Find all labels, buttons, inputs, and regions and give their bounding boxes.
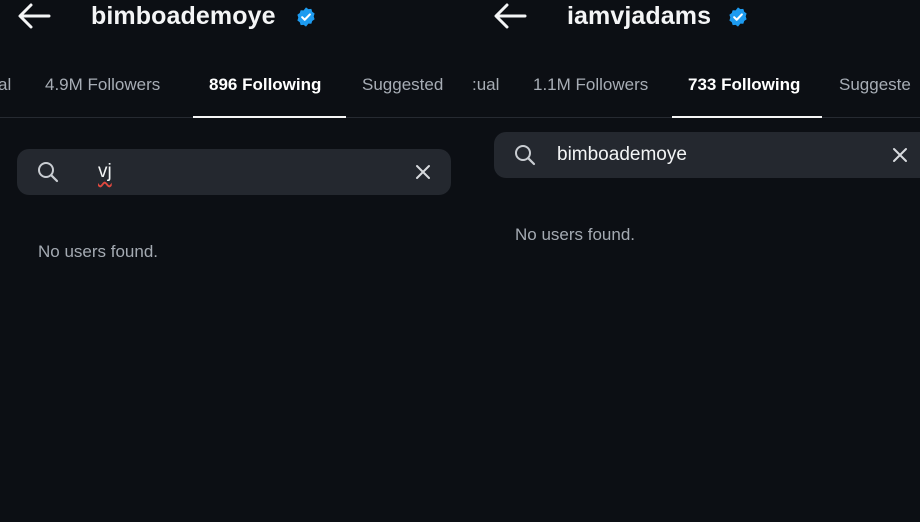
search-bar[interactable]: vj	[17, 149, 451, 195]
active-tab-indicator	[672, 116, 822, 118]
profile-header: iamvjadams	[465, 0, 920, 40]
back-arrow-icon[interactable]	[492, 2, 528, 30]
verified-badge-icon	[295, 6, 317, 28]
follow-tabs: al 4.9M Followers 896 Following Suggeste…	[0, 62, 465, 118]
profile-username: iamvjadams	[567, 2, 712, 30]
tab-suggested[interactable]: Suggeste	[839, 74, 911, 96]
search-icon	[37, 161, 59, 183]
following-panel-right: iamvjadams :ual 1.1M Followers 733 Follo…	[465, 0, 920, 522]
tab-following[interactable]: 733 Following	[688, 74, 800, 96]
verified-badge-icon	[727, 6, 749, 28]
tab-following[interactable]: 896 Following	[209, 74, 321, 96]
empty-state-message: No users found.	[38, 242, 159, 261]
search-icon	[514, 144, 536, 166]
empty-state-message: No users found.	[515, 225, 636, 244]
active-tab-indicator	[193, 116, 346, 118]
back-arrow-icon[interactable]	[16, 2, 52, 30]
follow-tabs: :ual 1.1M Followers 733 Following Sugges…	[465, 62, 920, 118]
clear-search-icon[interactable]	[890, 145, 910, 165]
search-bar[interactable]: bimboademoye	[494, 132, 920, 178]
tab-suggested[interactable]: Suggested	[362, 74, 443, 96]
tab-followers[interactable]: 1.1M Followers	[533, 74, 648, 96]
profile-header: bimboademoye	[0, 0, 465, 40]
profile-username: bimboademoye	[91, 2, 276, 30]
screenshot-composite: bimboademoye al 4.9M Followers 896 Follo…	[0, 0, 920, 522]
tab-mutual[interactable]: :ual	[472, 74, 499, 96]
following-panel-left: bimboademoye al 4.9M Followers 896 Follo…	[0, 0, 465, 522]
tab-followers[interactable]: 4.9M Followers	[45, 74, 160, 96]
search-input[interactable]: bimboademoye	[557, 143, 687, 167]
search-input[interactable]: vj	[98, 160, 112, 184]
clear-search-icon[interactable]	[413, 162, 433, 182]
tab-mutual[interactable]: al	[0, 74, 11, 96]
